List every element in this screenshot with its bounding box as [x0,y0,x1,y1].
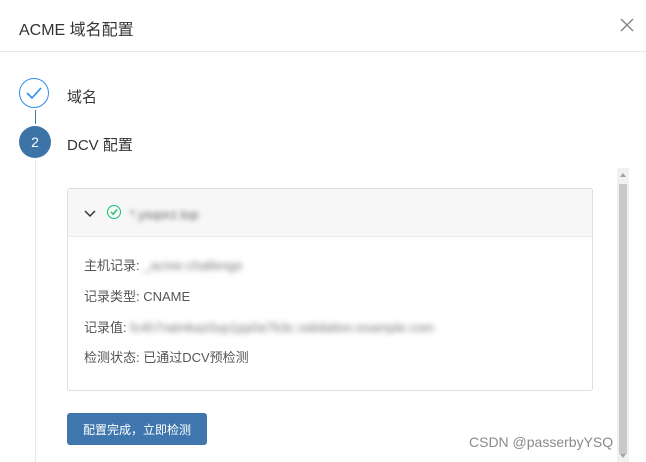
record-host-row: 主机记录: _acme-challenge [84,255,242,274]
step-1-check-circle [19,78,49,108]
record-host-value: _acme-challenge [143,258,243,273]
check-circle-icon [107,205,121,219]
scrollbar-thumb[interactable] [619,184,627,454]
dialog-header: ACME 域名配置 [0,0,646,52]
scroll-up-icon[interactable] [620,173,626,177]
record-type-value: CNAME [143,289,191,304]
step-2-number: 2 [19,126,51,158]
scrollbar[interactable] [617,168,629,462]
scroll-down-icon[interactable] [620,454,626,458]
dcv-record-panel: *.ysqorz.top 主机记录: _acme-challenge 记录类型:… [67,188,593,391]
check-status-label: 检测状态: [84,350,144,365]
record-type-row: 记录类型: CNAME [84,286,190,305]
panel-header[interactable]: *.ysqorz.top [68,189,592,237]
check-status-value: 已通过DCV预检测 [143,350,249,365]
domain-name: *.ysqorz.top [130,207,199,222]
watermark: CSDN @passerbyYSQ [469,434,614,450]
chevron-down-icon[interactable] [84,206,96,224]
check-icon [26,87,42,100]
record-value-label: 记录值: [84,320,131,335]
record-type-label: 记录类型: [84,289,144,304]
close-icon[interactable] [617,15,637,35]
step-tail-line [35,160,36,462]
record-value-row: 记录值: fc4h7ratmkaz0up1pp0a7b3c.validation… [84,317,434,336]
check-status-row: 检测状态: 已通过DCV预检测 [84,347,249,366]
confirm-check-button[interactable]: 配置完成，立即检测 [67,413,207,445]
step-connector [35,110,36,124]
record-host-label: 主机记录: [84,258,144,273]
step-2-label: DCV 配置 [67,137,133,154]
record-value-value: fc4h7ratmkaz0up1pp0a7b3c.validation.exam… [130,320,434,335]
dialog-title: ACME 域名配置 [19,22,134,39]
step-1-label: 域名 [67,89,98,106]
